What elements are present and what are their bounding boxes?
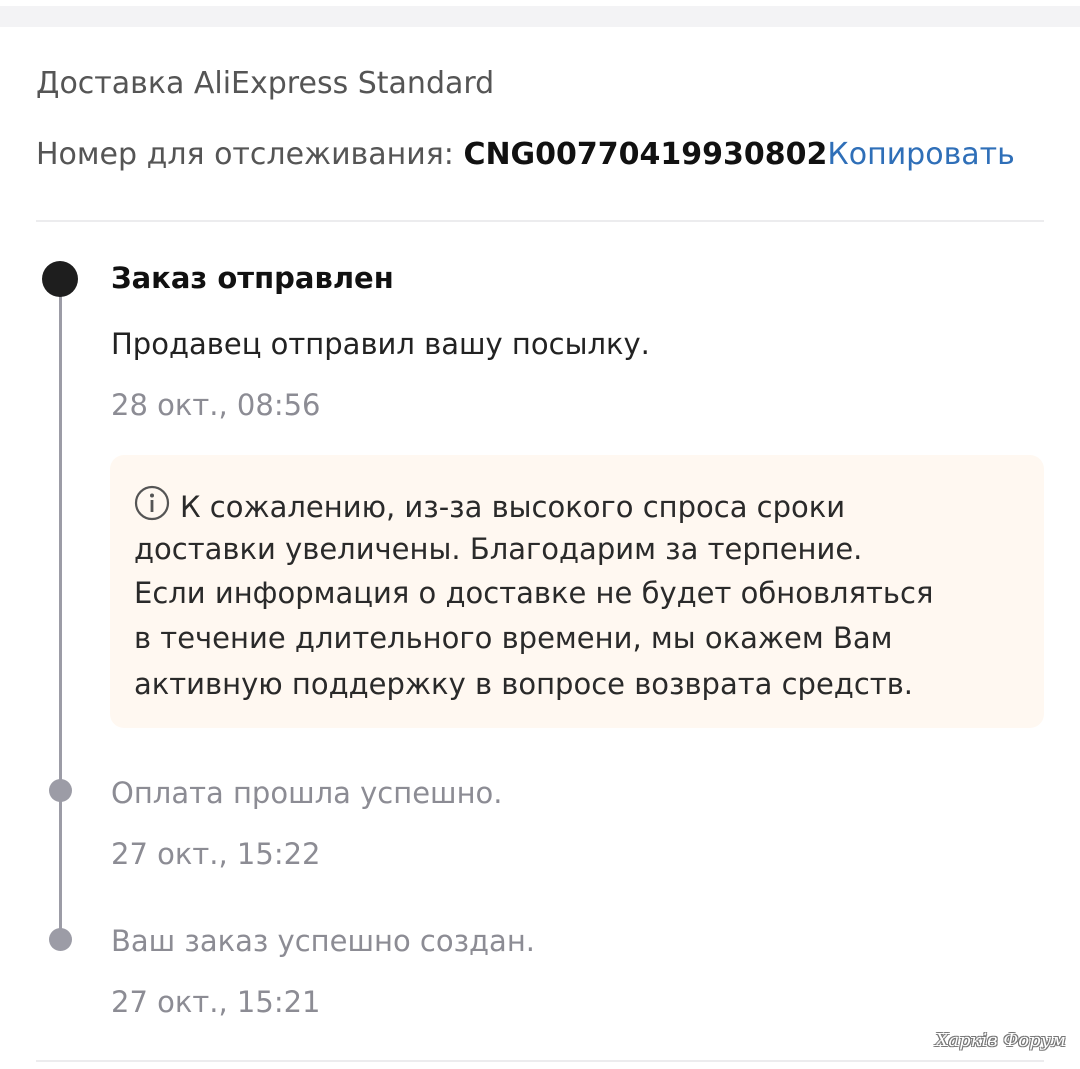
timeline-dot xyxy=(49,779,72,802)
timeline-line xyxy=(59,280,62,940)
event-time: 28 окт., 08:56 xyxy=(111,388,321,422)
notice-line: К сожалению, из-за высокого спроса сроки xyxy=(134,485,845,528)
watermark: Харків Форум xyxy=(935,1030,1066,1051)
divider-bottom xyxy=(36,1060,1044,1062)
top-strip-edge xyxy=(0,0,1080,6)
tracking-row: Номер для отслеживания: CNG0077041993080… xyxy=(36,137,1015,172)
notice-line-2: доставки увеличены. Благодарим за терпен… xyxy=(134,532,863,566)
shipping-method: Доставка AliExpress Standard xyxy=(36,66,495,101)
notice-line-3: Если информация о доставке не будет обно… xyxy=(134,576,934,610)
tracking-number[interactable]: CNG00770419930802 xyxy=(463,137,827,172)
notice-line-5: активную поддержку в вопросе возврата ср… xyxy=(134,667,914,701)
top-strip xyxy=(0,0,1080,27)
event-description: Продавец отправил вашу посылку. xyxy=(111,327,650,361)
notice-line-1: К сожалению, из-за высокого спроса сроки xyxy=(180,490,846,524)
delay-notice: К сожалению, из-за высокого спроса сроки… xyxy=(110,455,1044,728)
divider-top xyxy=(36,220,1044,222)
event-description: Оплата прошла успешно. xyxy=(111,776,503,810)
info-icon xyxy=(134,485,170,528)
tracking-label: Номер для отслеживания: xyxy=(36,137,464,172)
event-description: Ваш заказ успешно создан. xyxy=(111,924,536,958)
copy-button[interactable]: Копировать xyxy=(827,137,1014,172)
timeline-dot xyxy=(49,928,72,951)
notice-line-4: в течение длительного времени, мы окажем… xyxy=(134,621,893,655)
event-time: 27 окт., 15:22 xyxy=(111,837,321,871)
event-title: Заказ отправлен xyxy=(111,261,394,295)
event-time: 27 окт., 15:21 xyxy=(111,985,321,1019)
timeline-dot-active xyxy=(42,261,78,297)
